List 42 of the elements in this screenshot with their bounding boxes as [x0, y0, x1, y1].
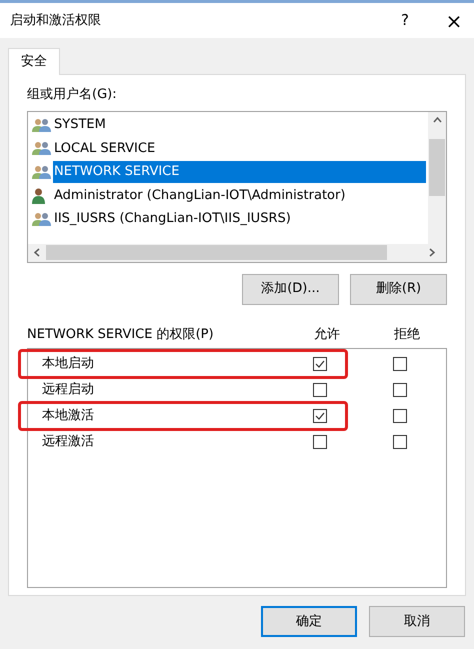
list-action-button[interactable]: 删除(R) [350, 274, 447, 304]
permission-label: 远程激活 [42, 433, 95, 452]
checkbox[interactable] [313, 409, 327, 423]
scroll-left-icon[interactable] [34, 248, 40, 257]
users-icon [32, 118, 51, 133]
scroll-up-icon[interactable] [432, 117, 442, 123]
user-icon [32, 188, 45, 204]
user-list-item[interactable]: NETWORK SERVICE [53, 161, 426, 184]
checkbox[interactable] [393, 409, 407, 423]
dialog-button[interactable]: 取消 [369, 606, 465, 637]
checkbox[interactable] [313, 383, 327, 397]
permission-label: 本地启动 [42, 355, 95, 374]
permission-label: 远程启动 [42, 381, 95, 400]
column-header: 拒绝 [393, 326, 421, 344]
permission-label: 本地激活 [42, 407, 95, 426]
users-list[interactable]: SYSTEM LOCAL SERVICE NETWORK SERVICE Administrator (ChangLian-IOT\Administrator) IIS_IUSRS (ChangLian-IOT\IIS_IUSRS) [27, 110, 447, 262]
checkbox[interactable] [393, 383, 407, 397]
user-list-item[interactable]: IIS_IUSRS (ChangLian-IOT\IIS_IUSRS) [53, 208, 426, 230]
user-list-item[interactable]: Administrator (ChangLian-IOT\Administrator) [53, 184, 426, 207]
checkbox[interactable] [313, 435, 327, 449]
dialog-button[interactable]: 确定 [261, 606, 357, 637]
horizontal-scrollbar[interactable] [28, 244, 446, 262]
column-header: 允许 [313, 326, 341, 344]
vertical-scrollbar[interactable] [428, 112, 446, 244]
users-icon [32, 164, 51, 180]
users-label: 组或用户名(G): [27, 86, 118, 104]
window-title: 启动和激活权限 [10, 12, 101, 30]
tab[interactable]: 安全 [8, 48, 60, 75]
checkbox[interactable] [393, 357, 407, 371]
checkbox[interactable] [393, 435, 407, 449]
close-button[interactable]: × [434, 6, 474, 36]
user-list-item[interactable]: SYSTEM [53, 114, 426, 136]
scroll-right-icon[interactable] [429, 248, 435, 257]
scroll-thumb[interactable] [46, 245, 387, 260]
users-icon [32, 141, 51, 156]
scroll-thumb[interactable] [429, 138, 445, 196]
users-icon [32, 212, 51, 227]
user-list-item[interactable]: LOCAL SERVICE [53, 138, 426, 160]
help-button[interactable]: ? [390, 6, 420, 36]
list-action-button[interactable]: 添加(D)... [242, 274, 339, 304]
checkbox[interactable] [313, 357, 327, 371]
permissions-label: NETWORK SERVICE 的权限(P) [27, 326, 215, 344]
